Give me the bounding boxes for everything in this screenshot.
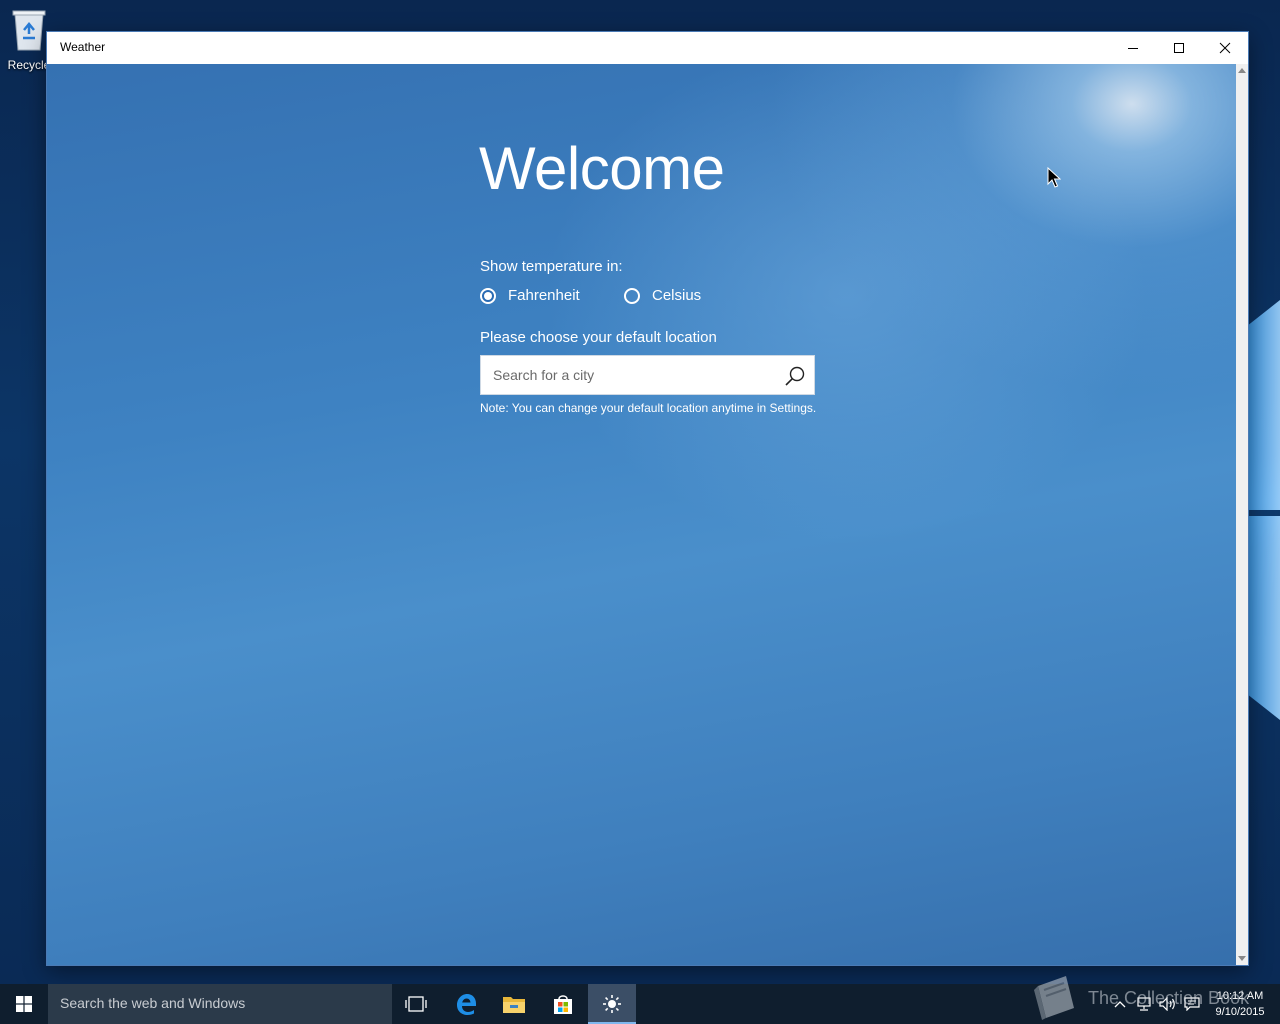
app-content: Welcome Show temperature in: Fahrenheit … (47, 64, 1236, 965)
weather-taskbar-button[interactable] (588, 984, 636, 1024)
temperature-label: Show temperature in: (480, 258, 623, 275)
city-search-box (480, 355, 815, 395)
file-explorer-icon (503, 997, 525, 1013)
store-button[interactable] (539, 984, 587, 1024)
fahrenheit-label: Fahrenheit (508, 287, 580, 304)
page-title: Welcome (479, 135, 725, 202)
location-label: Please choose your default location (480, 329, 717, 346)
search-icon (785, 366, 805, 386)
windows-start-icon (16, 996, 32, 1012)
weather-icon (603, 995, 621, 1013)
task-view-icon (405, 996, 427, 1012)
window-title: Weather (60, 40, 106, 54)
scroll-up-arrow-icon[interactable] (1238, 68, 1246, 73)
windows-logo-wallpaper (1248, 300, 1280, 720)
edge-icon (457, 994, 476, 1015)
vertical-scrollbar[interactable] (1236, 64, 1248, 965)
settings-note: Note: You can change your default locati… (480, 401, 817, 415)
radio-checked-indicator (480, 287, 496, 304)
mouse-cursor-icon (1047, 167, 1061, 188)
watermark-text: The Collection Book (1088, 987, 1250, 1008)
recycle-bin-icon (12, 10, 46, 51)
store-icon (554, 995, 572, 1014)
minimize-button[interactable] (1110, 32, 1156, 64)
scroll-down-arrow-icon[interactable] (1238, 956, 1246, 961)
close-button[interactable] (1202, 32, 1248, 64)
taskbar-search-placeholder: Search the web and Windows (60, 995, 246, 1011)
edge-button[interactable] (442, 984, 490, 1024)
minimize-icon (1128, 48, 1138, 49)
task-view-button[interactable] (392, 984, 440, 1024)
radio-unchecked-indicator (624, 287, 640, 304)
celsius-label: Celsius (652, 287, 702, 304)
maximize-icon (1174, 43, 1184, 53)
weather-window: Weather Welcome Show temperature in: Fah… (47, 32, 1248, 965)
title-bar[interactable]: Weather (47, 32, 1248, 64)
start-button[interactable] (0, 984, 48, 1024)
maximize-button[interactable] (1156, 32, 1202, 64)
city-search-input[interactable] (481, 356, 795, 394)
book-icon (1034, 976, 1074, 1020)
file-explorer-button[interactable] (490, 984, 538, 1024)
close-icon (1219, 42, 1231, 54)
search-button[interactable] (781, 362, 809, 390)
celsius-radio[interactable]: Celsius (624, 287, 701, 304)
taskbar-search-box[interactable]: Search the web and Windows (48, 984, 392, 1024)
fahrenheit-radio[interactable]: Fahrenheit (480, 287, 580, 304)
watermark: The Collection Book (1028, 974, 1249, 1022)
